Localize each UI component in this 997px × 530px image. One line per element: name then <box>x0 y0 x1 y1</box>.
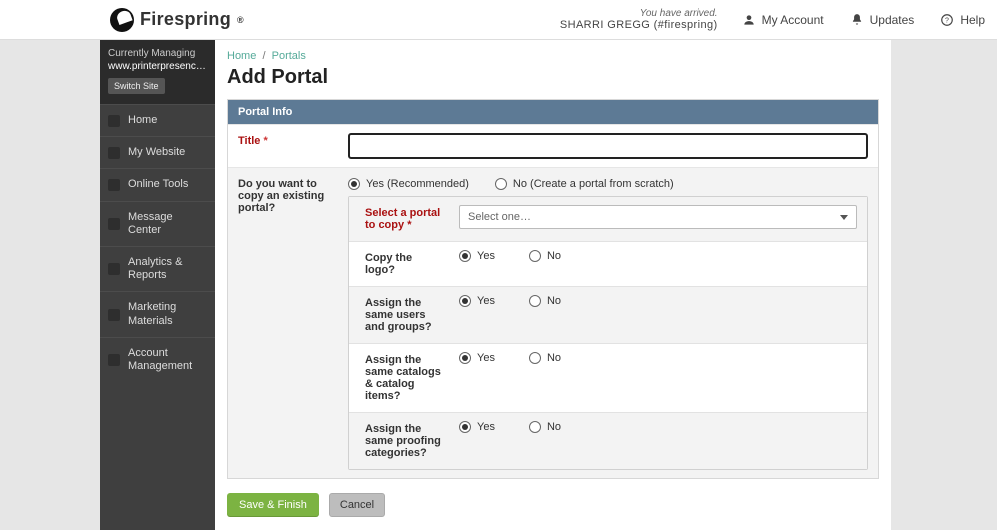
brand-logo[interactable]: Firespring ® <box>110 8 244 32</box>
assign-catalogs-label: Assign the same catalogs & catalog items… <box>349 344 449 412</box>
sidebar-item-my-website[interactable]: My Website <box>100 136 215 168</box>
assign-users-yes[interactable]: Yes <box>459 295 495 307</box>
updates-link[interactable]: Updates <box>850 13 915 27</box>
select-placeholder: Select one… <box>468 211 531 223</box>
sidebar-item-analytics[interactable]: Analytics & Reports <box>100 246 215 291</box>
copy-no-radio[interactable]: No (Create a portal from scratch) <box>495 178 674 190</box>
assign-catalogs-yes[interactable]: Yes <box>459 352 495 364</box>
radio-dot-icon <box>529 421 541 433</box>
analytics-icon <box>108 263 120 275</box>
arrived-tagline: You have arrived. <box>560 8 718 19</box>
title-row: Title * <box>228 124 878 167</box>
managing-label: Currently Managing <box>108 48 207 59</box>
radio-dot-icon <box>529 352 541 364</box>
user-icon <box>742 13 756 27</box>
radio-dot-icon <box>495 178 507 190</box>
brand-name: Firespring <box>140 9 231 30</box>
my-account-label: My Account <box>762 13 824 27</box>
help-label: Help <box>960 13 985 27</box>
assign-proofing-yes[interactable]: Yes <box>459 421 495 433</box>
sidebar-item-online-tools[interactable]: Online Tools <box>100 168 215 200</box>
managing-url: www.printerpresenc… <box>108 61 207 72</box>
page-title: Add Portal <box>215 62 891 99</box>
my-account-link[interactable]: My Account <box>742 13 824 27</box>
copy-question-label: Do you want to copy an existing portal? <box>228 168 338 478</box>
home-icon <box>108 115 120 127</box>
select-portal-row: Select a portal to copy * Select one… <box>349 197 867 241</box>
sidebar-item-label: Online Tools <box>128 178 188 191</box>
main-content: Home / Portals Add Portal Portal Info Ti… <box>215 40 891 530</box>
copy-no-label: No (Create a portal from scratch) <box>513 178 674 190</box>
assign-users-row: Assign the same users and groups? Yes No <box>349 286 867 343</box>
assign-users-no[interactable]: No <box>529 295 561 307</box>
radio-dot-icon <box>348 178 360 190</box>
help-icon: ? <box>940 13 954 27</box>
copy-yes-label: Yes (Recommended) <box>366 178 469 190</box>
portal-info-panel: Portal Info Title * Do you want to copy … <box>227 99 879 479</box>
title-label: Title * <box>228 125 338 167</box>
copy-options-subpanel: Select a portal to copy * Select one… Co… <box>348 196 868 470</box>
radio-dot-icon <box>459 352 471 364</box>
form-actions: Save & Finish Cancel <box>215 479 891 530</box>
switch-site-button[interactable]: Switch Site <box>108 78 165 94</box>
sidebar-item-label: Home <box>128 114 157 127</box>
copy-portal-row: Do you want to copy an existing portal? … <box>228 167 878 478</box>
breadcrumb: Home / Portals <box>215 40 891 62</box>
select-portal-dropdown[interactable]: Select one… <box>459 205 857 229</box>
copy-logo-label: Copy the logo? <box>349 242 449 286</box>
sidebar-item-label: Analytics & Reports <box>128 256 207 282</box>
sidebar-item-label: Message Center <box>128 211 207 237</box>
assign-catalogs-row: Assign the same catalogs & catalog items… <box>349 343 867 412</box>
select-portal-label: Select a portal to copy * <box>349 197 449 241</box>
sidebar-item-marketing[interactable]: Marketing Materials <box>100 291 215 336</box>
sidebar-item-label: Account Management <box>128 347 207 373</box>
sidebar-item-message-center[interactable]: Message Center <box>100 201 215 246</box>
current-user-line: SHARRI GREGG (#firespring) <box>560 19 718 31</box>
sidebar-item-label: My Website <box>128 146 185 159</box>
website-icon <box>108 147 120 159</box>
crumb-home[interactable]: Home <box>227 50 256 62</box>
sidebar-header: Currently Managing www.printerpresenc… S… <box>100 40 215 104</box>
copy-logo-no[interactable]: No <box>529 250 561 262</box>
radio-dot-icon <box>459 295 471 307</box>
sidebar: Currently Managing www.printerpresenc… S… <box>100 40 215 530</box>
svg-text:?: ? <box>945 17 949 24</box>
updates-label: Updates <box>870 13 915 27</box>
copy-logo-yes[interactable]: Yes <box>459 250 495 262</box>
assign-proofing-label: Assign the same proofing categories? <box>349 413 449 469</box>
radio-dot-icon <box>529 250 541 262</box>
top-links: My Account Updates ? Help <box>742 13 985 27</box>
radio-dot-icon <box>459 250 471 262</box>
assign-users-label: Assign the same users and groups? <box>349 287 449 343</box>
tools-icon <box>108 179 120 191</box>
radio-dot-icon <box>529 295 541 307</box>
assign-proofing-row: Assign the same proofing categories? Yes… <box>349 412 867 469</box>
brand-reg: ® <box>237 15 244 25</box>
help-link[interactable]: ? Help <box>940 13 985 27</box>
title-input[interactable] <box>348 133 868 159</box>
chevron-down-icon <box>840 215 848 220</box>
marketing-icon <box>108 309 120 321</box>
cancel-button[interactable]: Cancel <box>329 493 385 517</box>
assign-catalogs-no[interactable]: No <box>529 352 561 364</box>
sidebar-item-home[interactable]: Home <box>100 104 215 136</box>
copy-portal-radios: Yes (Recommended) No (Create a portal fr… <box>348 176 868 190</box>
bell-icon <box>850 13 864 27</box>
sidebar-item-label: Marketing Materials <box>128 301 207 327</box>
copy-logo-row: Copy the logo? Yes No <box>349 241 867 286</box>
top-bar: Firespring ® You have arrived. SHARRI GRE… <box>0 0 997 40</box>
sidebar-item-account[interactable]: Account Management <box>100 337 215 382</box>
message-icon <box>108 218 120 230</box>
crumb-portals[interactable]: Portals <box>272 50 306 62</box>
save-button[interactable]: Save & Finish <box>227 493 319 517</box>
assign-proofing-no[interactable]: No <box>529 421 561 433</box>
brand-mark-icon <box>110 8 134 32</box>
panel-header: Portal Info <box>228 100 878 124</box>
copy-yes-radio[interactable]: Yes (Recommended) <box>348 178 469 190</box>
account-icon <box>108 354 120 366</box>
user-arrival: You have arrived. SHARRI GREGG (#firespr… <box>560 8 718 31</box>
radio-dot-icon <box>459 421 471 433</box>
